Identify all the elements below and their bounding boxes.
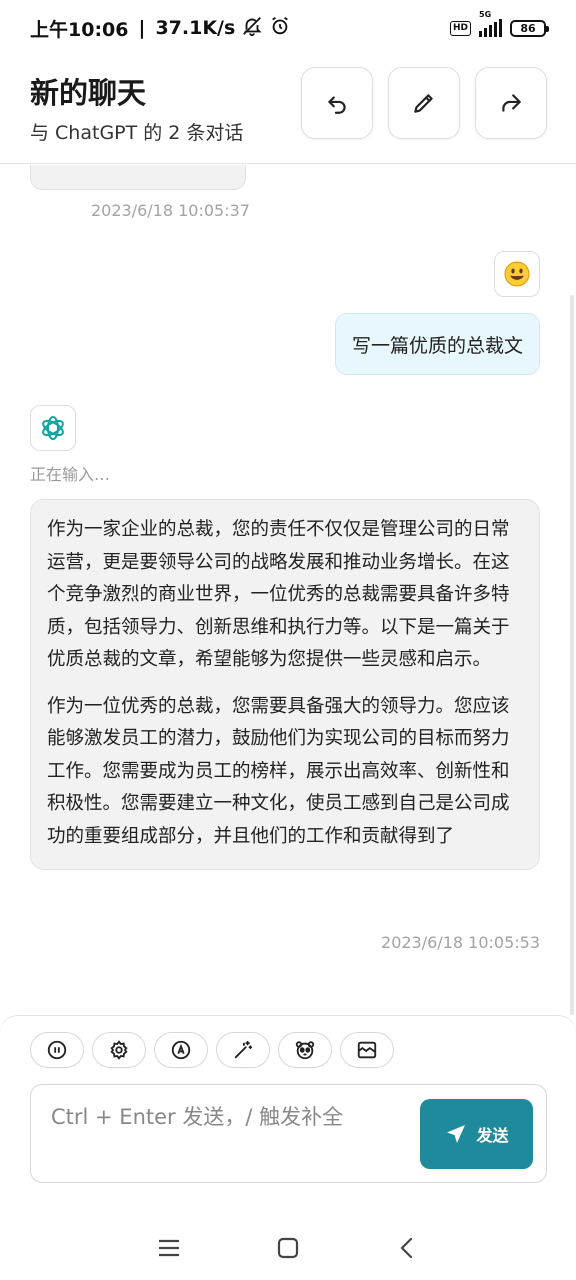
- chat-messages[interactable]: 2023/6/18 10:05:37 写一篇优质的总裁文 正在输入… 作为一家企…: [0, 165, 576, 1015]
- send-button-label: 发送: [476, 1128, 509, 1145]
- theme-button[interactable]: [154, 1032, 208, 1068]
- system-nav-bar: [0, 1215, 576, 1280]
- scrollbar[interactable]: [570, 295, 574, 1015]
- share-button[interactable]: [475, 67, 547, 139]
- openai-logo-icon: [42, 416, 64, 440]
- gear-icon: [110, 1040, 128, 1060]
- stop-button[interactable]: [30, 1032, 84, 1068]
- composer-toolbar: [30, 1032, 394, 1068]
- prompt-button[interactable]: [216, 1032, 270, 1068]
- status-bar: 上午10:06 | 37.1K/s HD 5G 86: [0, 0, 576, 56]
- back-chevron-icon: [400, 1237, 412, 1258]
- status-separator: |: [138, 17, 146, 39]
- mute-icon: [241, 15, 263, 42]
- home-square-icon: [277, 1237, 299, 1258]
- panda-icon: [295, 1041, 315, 1060]
- message-input[interactable]: [51, 1101, 411, 1161]
- status-right: HD 5G 86: [449, 10, 549, 37]
- magic-wand-icon: [234, 1040, 253, 1059]
- menu-icon: [159, 1239, 180, 1256]
- typing-indicator: 正在输入…: [30, 465, 111, 484]
- mask-button[interactable]: [278, 1032, 332, 1068]
- chat-header: 新的聊天 与 ChatGPT 的 2 条对话: [0, 56, 576, 164]
- battery-icon: 86: [510, 19, 549, 37]
- smiley-icon: [504, 261, 530, 287]
- bot-paragraph: 作为一家企业的总裁，您的责任不仅仅是管理公司的日常运营，更是要领导公司的战略发展…: [47, 519, 510, 670]
- share-icon: [502, 94, 521, 112]
- network-label: 5G: [479, 10, 492, 19]
- bot-paragraph: 作为一位优秀的总裁，您需要具备强大的领导力。您应该能够激发员工的潜力，鼓励他们为…: [47, 695, 510, 847]
- send-button[interactable]: 发送: [420, 1099, 533, 1169]
- hd-badge: HD: [449, 20, 471, 36]
- break-context-button[interactable]: [340, 1032, 394, 1068]
- settings-button[interactable]: [92, 1032, 146, 1068]
- pencil-icon: [414, 94, 433, 113]
- message-input-box[interactable]: 发送: [30, 1084, 547, 1183]
- page-title: 新的聊天: [30, 76, 147, 110]
- home-nav-button[interactable]: [268, 1228, 308, 1268]
- auto-theme-icon: [171, 1040, 191, 1060]
- reset-button[interactable]: [301, 67, 373, 139]
- user-message-text: 写一篇优质的总裁文: [351, 334, 523, 357]
- pause-icon: [47, 1040, 67, 1060]
- chat-subtitle: 与 ChatGPT 的 2 条对话: [30, 122, 244, 144]
- send-icon: [447, 1125, 466, 1143]
- status-speed: 37.1K/s: [155, 17, 236, 39]
- menu-nav-button[interactable]: [149, 1228, 189, 1268]
- status-time: 上午10:06: [30, 18, 129, 41]
- message-timestamp: 2023/6/18 10:05:37: [91, 201, 250, 220]
- image-break-icon: [357, 1041, 377, 1059]
- composer: 发送: [0, 1015, 576, 1215]
- user-avatar: [494, 251, 540, 297]
- signal-icon: 5G: [479, 10, 502, 37]
- message-timestamp: 2023/6/18 10:05:53: [381, 933, 540, 952]
- user-message-bubble: 写一篇优质的总裁文: [334, 313, 540, 375]
- previous-message-bubble: [30, 165, 246, 190]
- status-left: 上午10:06 | 37.1K/s: [30, 15, 291, 42]
- bot-message-bubble: 作为一家企业的总裁，您的责任不仅仅是管理公司的日常运营，更是要领导公司的战略发展…: [30, 499, 540, 870]
- bot-avatar: [30, 405, 76, 451]
- edit-button[interactable]: [388, 67, 460, 139]
- undo-icon: [328, 96, 346, 114]
- back-nav-button[interactable]: [387, 1228, 427, 1268]
- alarm-icon: [269, 15, 291, 42]
- battery-level: 86: [520, 21, 536, 35]
